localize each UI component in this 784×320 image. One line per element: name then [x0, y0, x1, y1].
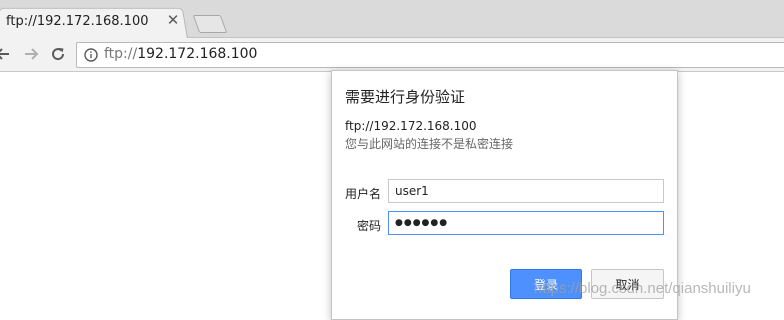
watermark-text: https://blog.csdn.net/qianshuiliyu	[534, 280, 751, 297]
address-bar[interactable]: ftp://192.172.168.100	[76, 42, 784, 68]
dialog-origin: ftp://192.172.168.100	[345, 119, 477, 133]
password-field[interactable]: ●●●●●●	[388, 211, 664, 235]
url-scheme: ftp://	[104, 46, 138, 62]
close-icon[interactable]: ✕	[164, 11, 182, 29]
info-icon[interactable]	[84, 48, 98, 62]
reload-icon[interactable]	[47, 43, 69, 65]
password-label: 密码	[356, 219, 381, 233]
browser-toolbar: ftp://192.172.168.100	[0, 38, 784, 72]
dialog-warning: 您与此网站的连接不是私密连接	[345, 137, 514, 151]
tab-strip: ftp://192.172.168.100 ✕	[0, 0, 784, 39]
username-value: user1	[395, 184, 429, 198]
dialog-title: 需要进行身份验证	[345, 88, 466, 106]
url-host: 192.172.168.100	[137, 46, 258, 62]
new-tab-button[interactable]	[192, 15, 228, 33]
username-label: 用户名	[344, 187, 381, 201]
tab-title[interactable]: ftp://192.172.168.100	[6, 14, 149, 29]
forward-arrow-icon[interactable]	[20, 43, 42, 65]
url-text[interactable]: ftp://192.172.168.100	[104, 46, 257, 62]
password-mask: ●●●●●●	[395, 218, 449, 228]
username-field[interactable]: user1	[388, 179, 664, 203]
back-arrow-icon[interactable]	[0, 43, 14, 65]
